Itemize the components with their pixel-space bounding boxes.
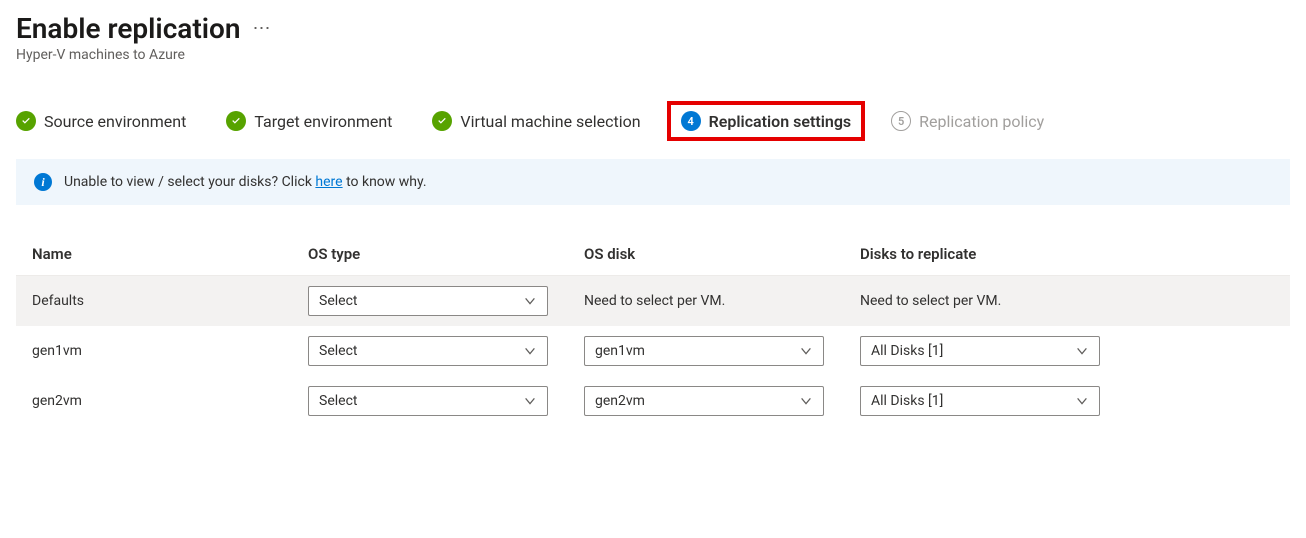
vm-table: Name OS type OS disk Disks to replicate … (16, 235, 1290, 426)
table-header: Name OS type OS disk Disks to replicate (16, 235, 1290, 276)
select-value: gen2vm (595, 393, 645, 409)
chevron-down-icon (1075, 394, 1089, 408)
os-disk-select[interactable]: gen1vm (584, 336, 824, 366)
check-icon (432, 111, 452, 131)
cell-name: gen1vm (32, 343, 292, 359)
chevron-down-icon (799, 344, 813, 358)
chevron-down-icon (799, 394, 813, 408)
info-text: Unable to view / select your disks? Clic… (64, 174, 427, 190)
check-icon (16, 111, 36, 131)
disks-select[interactable]: All Disks [1] (860, 386, 1100, 416)
info-text-after: to know why. (343, 174, 427, 190)
page-subtitle: Hyper-V machines to Azure (16, 47, 1290, 63)
info-text-before: Unable to view / select your disks? Clic… (64, 174, 315, 190)
step-replication-policy: 5 Replication policy (891, 111, 1044, 131)
col-os-type: OS type (308, 245, 568, 263)
step-label: Replication policy (919, 112, 1044, 131)
col-name: Name (32, 245, 292, 263)
cell-os-disk: Need to select per VM. (584, 293, 844, 309)
step-vm-selection[interactable]: Virtual machine selection (432, 111, 640, 131)
cell-disks: Need to select per VM. (860, 293, 1120, 309)
os-type-select[interactable]: Select (308, 286, 548, 316)
info-icon: i (34, 173, 52, 191)
os-disk-select[interactable]: gen2vm (584, 386, 824, 416)
chevron-down-icon (1075, 344, 1089, 358)
table-row: gen1vm Select gen1vm All Disks [1] (16, 326, 1290, 376)
info-banner: i Unable to view / select your disks? Cl… (16, 159, 1290, 205)
step-number-icon: 4 (681, 111, 701, 131)
step-replication-settings[interactable]: 4 Replication settings (667, 101, 866, 141)
select-value: Select (319, 293, 357, 309)
step-label: Replication settings (709, 112, 852, 131)
table-row: gen2vm Select gen2vm All Disks [1] (16, 376, 1290, 426)
page-title: Enable replication (16, 12, 241, 45)
step-label: Source environment (44, 112, 186, 131)
table-row-defaults: Defaults Select Need to select per VM. N… (16, 276, 1290, 326)
col-os-disk: OS disk (584, 245, 844, 263)
chevron-down-icon (523, 294, 537, 308)
step-label: Target environment (254, 112, 392, 131)
chevron-down-icon (523, 344, 537, 358)
disks-select[interactable]: All Disks [1] (860, 336, 1100, 366)
select-value: All Disks [1] (871, 393, 943, 409)
os-type-select[interactable]: Select (308, 386, 548, 416)
info-link[interactable]: here (315, 174, 342, 190)
os-type-select[interactable]: Select (308, 336, 548, 366)
more-actions-icon[interactable]: ⋯ (253, 18, 273, 39)
check-icon (226, 111, 246, 131)
select-value: Select (319, 393, 357, 409)
step-label: Virtual machine selection (460, 112, 640, 131)
select-value: All Disks [1] (871, 343, 943, 359)
step-target-environment[interactable]: Target environment (226, 111, 392, 131)
step-number-icon: 5 (891, 111, 911, 131)
wizard-steps: Source environment Target environment Vi… (16, 111, 1290, 131)
select-value: gen1vm (595, 343, 645, 359)
select-value: Select (319, 343, 357, 359)
cell-name: gen2vm (32, 393, 292, 409)
step-source-environment[interactable]: Source environment (16, 111, 186, 131)
cell-name: Defaults (32, 293, 292, 309)
chevron-down-icon (523, 394, 537, 408)
col-disks: Disks to replicate (860, 245, 1120, 263)
